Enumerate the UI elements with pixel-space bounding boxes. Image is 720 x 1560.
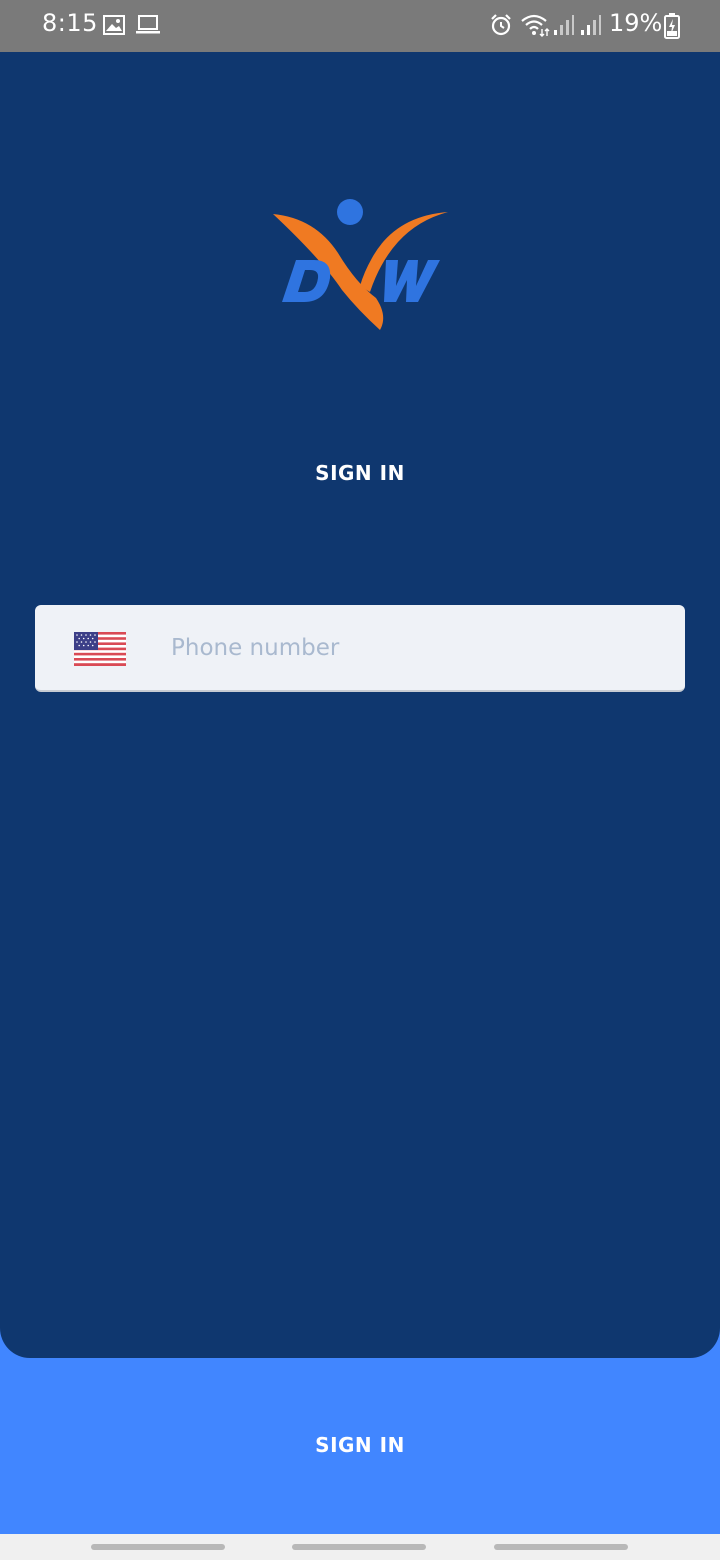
home-button[interactable] xyxy=(292,1544,426,1550)
signal-icon xyxy=(554,15,574,35)
us-flag-icon[interactable] xyxy=(74,632,126,666)
navigation-bar xyxy=(0,1534,720,1560)
dyw-logo xyxy=(273,199,448,330)
laptop-icon xyxy=(136,15,160,34)
gallery-icon xyxy=(103,15,125,35)
sign-in-button[interactable] xyxy=(0,1358,720,1534)
battery-charging-icon xyxy=(664,13,680,39)
signal-icon-2 xyxy=(581,15,601,35)
back-button[interactable] xyxy=(494,1544,628,1550)
phone-field[interactable] xyxy=(35,605,685,692)
page-title: SIGN IN xyxy=(315,461,405,485)
recent-apps-button[interactable] xyxy=(91,1544,225,1550)
phone-number-input[interactable] xyxy=(171,623,651,673)
status-bar: 8:15 19% xyxy=(0,0,720,52)
battery-percent: 19% xyxy=(609,9,663,37)
status-time: 8:15 xyxy=(42,9,98,37)
wifi-icon xyxy=(521,14,550,37)
alarm-icon xyxy=(491,14,511,36)
